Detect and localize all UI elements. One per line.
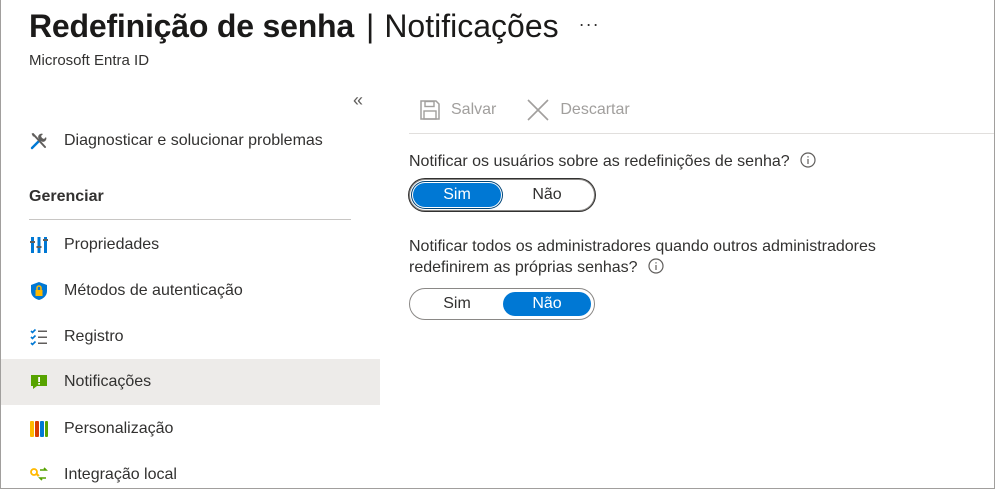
section-divider (29, 219, 351, 220)
properties-icon (29, 235, 49, 255)
notify-admins-label-line2: redefinirem as próprias senhas? (409, 259, 638, 276)
title-separator: | (366, 7, 375, 44)
key-sync-icon (29, 465, 49, 485)
save-button[interactable]: Salvar (419, 99, 496, 121)
sidebar-item-label: Diagnosticar e solucionar problemas (64, 132, 323, 149)
sidebar-item-onprem-integration[interactable]: Integração local (1, 452, 380, 488)
title-row: Redefinição de senha | Notificações ··· (29, 4, 600, 48)
sidebar: « Diagnosticar e solucionar problemas Ge… (1, 86, 380, 488)
sidebar-item-label: Integração local (64, 466, 177, 483)
discard-label: Descartar (560, 100, 630, 118)
shield-lock-icon (29, 281, 49, 301)
sidebar-item-diagnose[interactable]: Diagnosticar e solucionar problemas (1, 118, 380, 164)
sidebar-item-label: Personalização (64, 420, 174, 437)
command-bar: Salvar Descartar (409, 86, 994, 134)
info-icon[interactable] (648, 258, 664, 274)
more-options-button[interactable]: ··· (579, 14, 600, 35)
page-subtitle: Microsoft Entra ID (29, 52, 150, 69)
sidebar-item-auth-methods[interactable]: Métodos de autenticação (1, 268, 380, 314)
app-frame: Redefinição de senha | Notificações ··· … (0, 0, 995, 489)
sidebar-item-registration[interactable]: Registro (1, 314, 380, 360)
sidebar-item-label: Notificações (64, 373, 152, 390)
notify-users-toggle: Sim Não (409, 179, 595, 211)
sidebar-item-label: Registro (64, 328, 124, 345)
notify-users-yes-option[interactable]: Sim (413, 183, 501, 207)
info-icon[interactable] (800, 152, 816, 168)
notify-admins-label-line1: Notificar todos os administradores quand… (409, 238, 876, 255)
sidebar-item-customization[interactable]: Personalização (1, 406, 380, 452)
notify-admins-no-option[interactable]: Não (503, 292, 591, 316)
customization-icon (29, 419, 49, 439)
page-header: Redefinição de senha | Notificações ··· … (29, 4, 600, 70)
discard-button[interactable]: Descartar (526, 98, 630, 122)
notification-icon (29, 372, 49, 392)
notify-admins-yes-option[interactable]: Sim (413, 292, 501, 316)
sidebar-item-label: Propriedades (64, 236, 160, 253)
save-icon (419, 99, 441, 121)
page-title: Redefinição de senha (29, 7, 354, 44)
page-section-title: Notificações (384, 7, 559, 44)
save-label: Salvar (451, 100, 497, 118)
notify-users-question: Notificar os usuários sobre as redefiniç… (409, 151, 816, 172)
notify-admins-question: Notificar todos os administradores quand… (409, 236, 876, 278)
notify-users-no-option[interactable]: Não (503, 183, 591, 207)
collapse-sidebar-button[interactable]: « (353, 90, 363, 111)
close-icon (526, 98, 550, 122)
section-heading-manage: Gerenciar (29, 188, 104, 205)
checklist-icon (29, 327, 49, 347)
sidebar-item-notifications[interactable]: Notificações (1, 359, 380, 405)
notify-admins-toggle: Sim Não (409, 288, 595, 320)
wrench-screwdriver-icon (29, 131, 49, 151)
sidebar-item-properties[interactable]: Propriedades (1, 222, 380, 268)
notify-users-label: Notificar os usuários sobre as redefiniç… (409, 153, 790, 170)
sidebar-item-label: Métodos de autenticação (64, 282, 243, 299)
